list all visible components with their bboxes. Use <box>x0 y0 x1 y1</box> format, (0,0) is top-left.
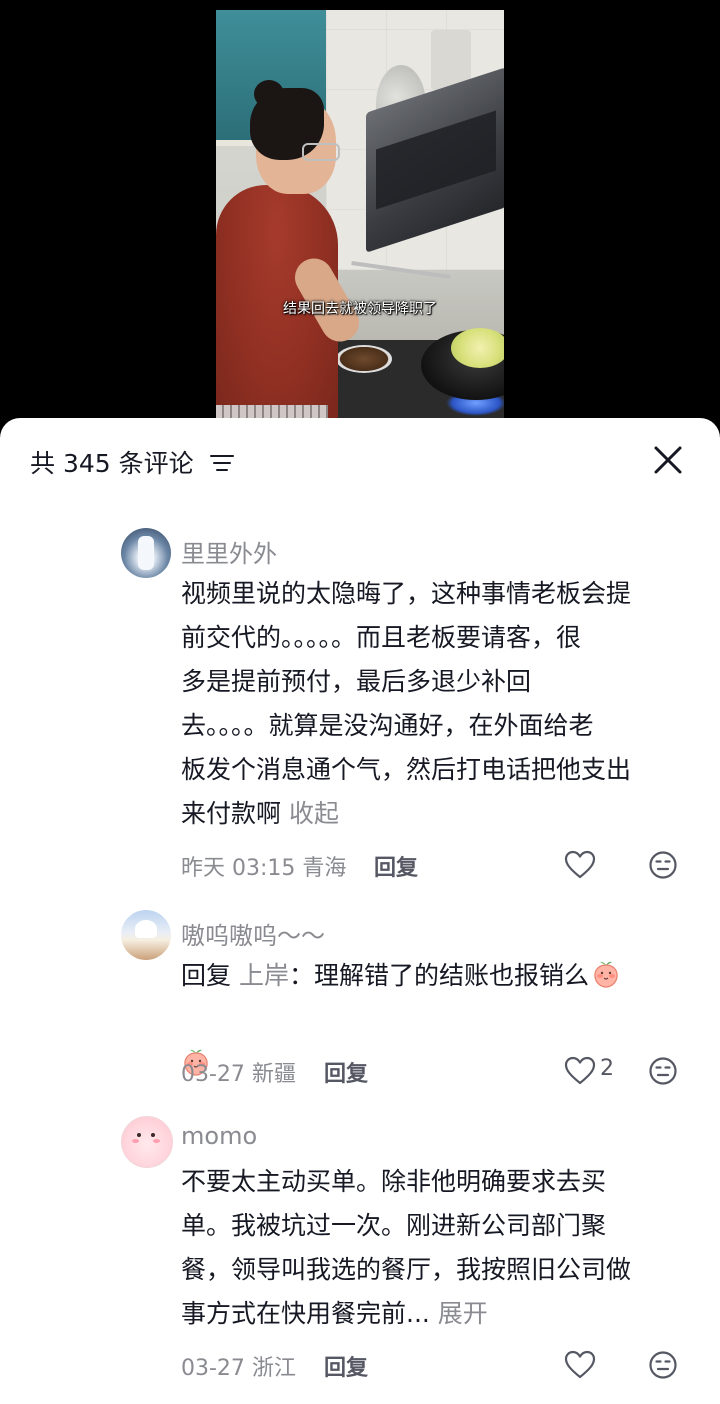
video-scene-bowl <box>336 345 392 373</box>
heart-icon[interactable] <box>564 1056 596 1086</box>
comment-nickname[interactable]: momo <box>181 1122 257 1150</box>
comment-location: 浙江 <box>251 1356 296 1381</box>
video-scene-vegetables <box>451 328 504 368</box>
video-scene-hair-bun <box>254 80 284 108</box>
reply-button[interactable]: 回复 <box>324 1350 368 1382</box>
comment-content[interactable]: 视频里说的太隐晦了，这种事情老板会提 前交代的。。。。。而且老板要请客，很 多是… <box>181 572 691 836</box>
comment-nickname[interactable]: 里里外外 <box>181 534 277 569</box>
avatar[interactable] <box>121 528 171 578</box>
comments-header: 共 345 条评论 <box>0 418 720 508</box>
video-frame[interactable]: 结果回去就被领导降职了 <box>216 10 504 420</box>
dislike-face-icon[interactable] <box>648 850 678 880</box>
reply-prefix: 回复 <box>181 961 232 990</box>
dislike-face-icon[interactable] <box>648 1350 678 1380</box>
reply-button[interactable]: 回复 <box>374 850 418 882</box>
comment-location: 青海 <box>302 856 347 881</box>
comment-text: ：理解错了的结账也报销么 <box>288 961 589 990</box>
comment-text: 不要太主动买单。除非他明确要求去买 单。我被坑过一次。刚进新公司部门聚 餐，领导… <box>181 1167 632 1328</box>
like-count: 2 <box>600 1056 614 1081</box>
comment-location: 新疆 <box>251 1062 296 1087</box>
comment-time: 昨天 03:15 <box>181 856 296 881</box>
comment-meta: 昨天 03:15 青海 <box>181 850 346 882</box>
filter-icon[interactable] <box>210 453 234 473</box>
comment-nickname[interactable]: 嗷呜嗷呜～～ <box>181 916 325 951</box>
comments-sheet: 共 345 条评论 里里外外 视频里说的太隐晦了，这种事情老板会提 前交代的。。… <box>0 418 720 1404</box>
avatar[interactable] <box>121 1116 173 1168</box>
comment-time: 03-27 <box>181 1356 245 1381</box>
reply-target-user[interactable]: 上岸 <box>239 961 289 990</box>
reply-button[interactable]: 回复 <box>324 1056 368 1088</box>
collapse-button[interactable]: 收起 <box>289 799 339 828</box>
dislike-face-icon[interactable] <box>648 1056 678 1086</box>
close-icon[interactable] <box>650 442 686 478</box>
video-scene-glasses <box>302 143 340 161</box>
comment-meta: 03-27 浙江 <box>181 1350 296 1382</box>
video-player[interactable]: 结果回去就被领导降职了 <box>0 0 720 440</box>
comment-time: 03-27 <box>181 1062 245 1087</box>
heart-icon[interactable] <box>564 850 596 880</box>
video-subtitle: 结果回去就被领导降职了 <box>283 301 437 317</box>
heart-icon[interactable] <box>564 1350 596 1380</box>
comment-content[interactable]: 不要太主动买单。除非他明确要求去买 单。我被坑过一次。刚进新公司部门聚 餐，领导… <box>181 1160 691 1336</box>
peach-emoji-icon <box>594 961 618 988</box>
comment-meta: 03-27 新疆 <box>181 1056 296 1088</box>
avatar[interactable] <box>121 910 171 960</box>
expand-button[interactable]: 展开 <box>438 1299 488 1328</box>
comment-text: 视频里说的太隐晦了，这种事情老板会提 前交代的。。。。。而且老板要请客，很 多是… <box>181 579 632 828</box>
comments-count-title: 共 345 条评论 <box>30 449 194 478</box>
